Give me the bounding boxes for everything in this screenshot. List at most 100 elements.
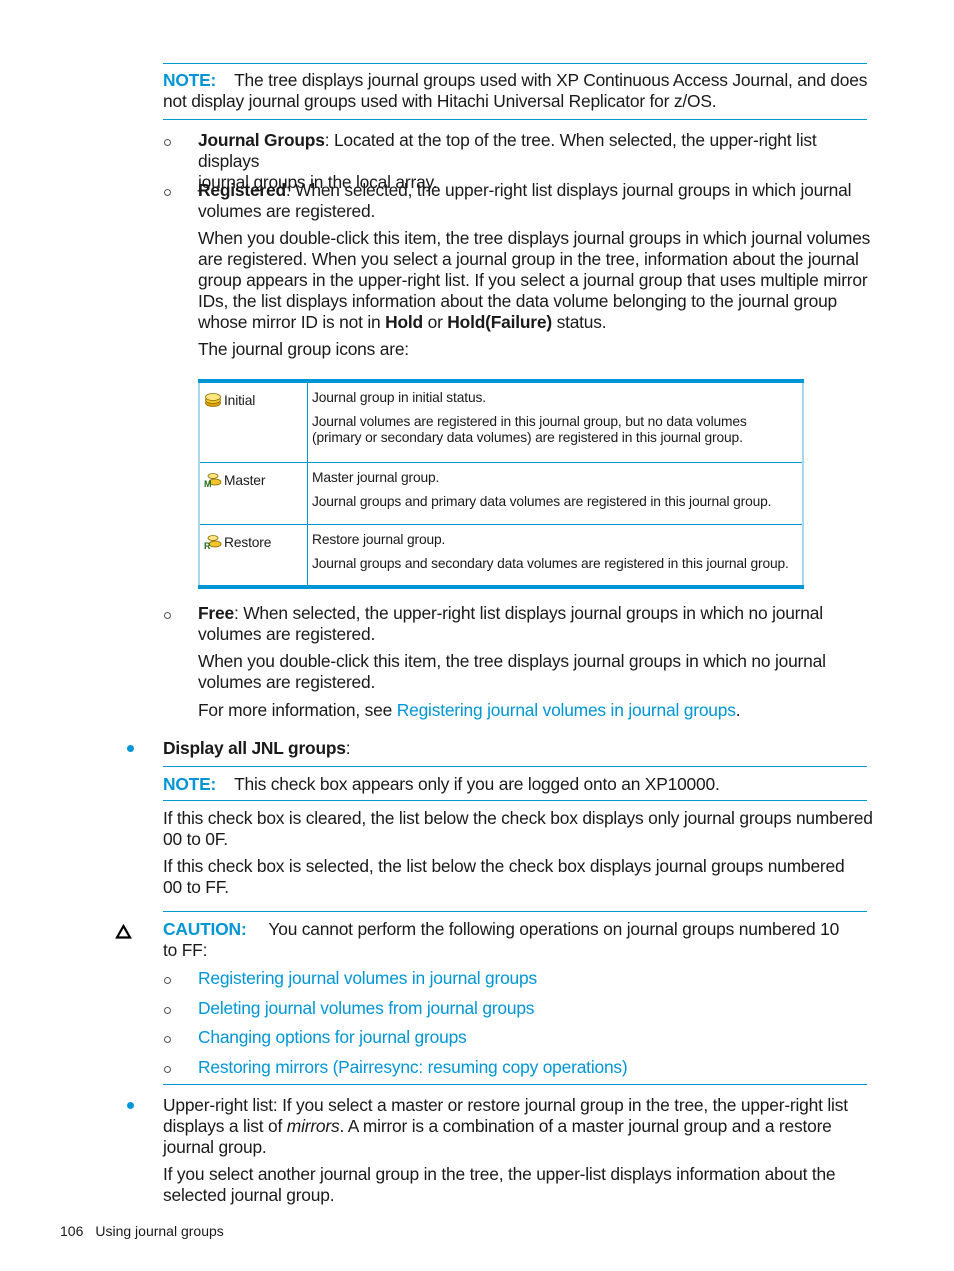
status-text: status. — [551, 312, 607, 332]
icon-cell: R Restore — [199, 524, 308, 587]
term-mirrors: mirrors — [286, 1116, 340, 1136]
description-cell: Master journal group. Journal groups and… — [307, 462, 803, 525]
link-registering-journal-volumes[interactable]: Registering journal volumes in journal g… — [397, 700, 736, 720]
description-line: Journal volumes are registered in this j… — [312, 413, 747, 446]
selected-line: If this check box is selected, the list … — [163, 856, 845, 876]
caution-bottom-rule — [163, 1084, 867, 1085]
journal-group-icons-table: Initial Journal group in initial status.… — [198, 379, 804, 589]
note-top-rule — [163, 766, 867, 767]
bullet-dot — [127, 1102, 134, 1109]
table-row: R Restore Restore journal group. Journal… — [199, 524, 803, 587]
icon-cell: Initial — [199, 381, 308, 463]
free-para-line: When you double-click this item, the tre… — [198, 651, 826, 671]
table-row: Initial Journal group in initial status.… — [199, 381, 803, 463]
tree-item-free: Free: When selected, the upper-right lis… — [198, 603, 878, 645]
icon-label-restore: Restore — [224, 535, 272, 550]
registered-para-line: whose mirror ID is not in — [198, 312, 386, 332]
note-box: NOTE: This check box appears only if you … — [163, 774, 873, 795]
registered-paragraph: When you double-click this item, the tre… — [198, 228, 878, 333]
icon-cell: M Master — [199, 462, 308, 525]
page-footer: 106 Using journal groups — [60, 1223, 224, 1240]
description-cell: Restore journal group. Journal groups an… — [307, 524, 803, 587]
upper-right-para-line: selected journal group. — [163, 1185, 335, 1205]
note-label: NOTE: — [163, 774, 217, 794]
description-cell: Journal group in initial status. Journal… — [308, 381, 804, 463]
upper-right-list-item: Upper-right list: If you select a master… — [163, 1095, 878, 1158]
selected-paragraph: If this check box is selected, the list … — [163, 856, 878, 898]
cleared-paragraph: If this check box is cleared, the list b… — [163, 808, 878, 850]
bullet-circle — [164, 139, 171, 146]
upper-right-line: Upper-right list: If you select a master… — [163, 1095, 848, 1115]
caution-text: You cannot perform the following operati… — [268, 919, 840, 939]
bullet-dot — [127, 745, 134, 752]
note-text: The tree displays journal groups used wi… — [234, 70, 868, 90]
note-bottom-rule — [163, 800, 867, 801]
registered-para-line: are registered. When you select a journa… — [198, 249, 859, 269]
journal-group-initial-icon — [205, 393, 221, 407]
caution-box: CAUTION: You cannot perform the following… — [163, 919, 873, 961]
icon-label-master: Master — [224, 473, 266, 488]
free-para-line: volumes are registered. — [198, 672, 376, 692]
upper-right-para-line: If you select another journal group in t… — [163, 1164, 836, 1184]
link-changing-options[interactable]: Changing options for journal groups — [198, 1027, 467, 1048]
free-desc-2: volumes are registered. — [198, 624, 376, 644]
term-registered: Registered — [198, 180, 286, 200]
bullet-circle — [164, 1066, 171, 1073]
description-line: Journal groups and primary data volumes … — [312, 493, 772, 509]
tree-item-registered: Registered: When selected, the upper-rig… — [198, 180, 878, 222]
registered-para-line: When you double-click this item, the tre… — [198, 228, 871, 248]
link-registering-journal-volumes[interactable]: Registering journal volumes in journal g… — [198, 968, 537, 989]
display-all-heading: Display all JNL groups: — [163, 738, 351, 759]
term-free: Free — [198, 603, 234, 623]
bullet-circle — [164, 977, 171, 984]
more-info: For more information, see Registering jo… — [198, 700, 878, 721]
caution-label: CAUTION: — [163, 919, 247, 939]
caution-top-rule — [163, 911, 867, 912]
note-top-rule — [163, 63, 867, 64]
table-row: M Master Master journal group. Journal g… — [199, 462, 803, 525]
status-hold-failure: Hold(Failure) — [447, 312, 552, 332]
or-text: or — [422, 312, 448, 332]
description-line: Restore journal group. — [312, 532, 446, 547]
page-number: 106 — [60, 1223, 84, 1239]
term-display-all: Display all JNL groups — [163, 738, 346, 758]
note-box: NOTE: The tree displays journal groups us… — [163, 70, 873, 112]
note-bottom-rule — [163, 119, 867, 120]
status-hold: Hold — [385, 312, 423, 332]
link-deleting-journal-volumes[interactable]: Deleting journal volumes from journal gr… — [198, 998, 534, 1019]
registered-desc-2: volumes are registered. — [198, 201, 376, 221]
free-desc: : When selected, the upper-right list di… — [233, 603, 823, 623]
period: . — [735, 700, 741, 720]
section-title: Using journal groups — [95, 1223, 224, 1239]
upper-right-line: . A mirror is a combination of a master … — [339, 1116, 832, 1136]
description-line: Journal groups and secondary data volume… — [312, 555, 789, 571]
svg-text:R: R — [204, 541, 211, 550]
journal-group-master-icon: M — [204, 473, 222, 488]
description-line: Master journal group. — [312, 470, 440, 485]
registered-desc: : When selected, the upper-right list di… — [285, 180, 852, 200]
bullet-circle — [164, 612, 171, 619]
note-text: This check box appears only if you are l… — [234, 774, 720, 794]
journal-group-restore-icon: R — [204, 535, 222, 550]
caution-text-2: to FF: — [163, 940, 208, 960]
cleared-line: 00 to 0F. — [163, 829, 228, 849]
upper-right-paragraph: If you select another journal group in t… — [163, 1164, 878, 1206]
cleared-line: If this check box is cleared, the list b… — [163, 808, 873, 828]
icon-label-initial: Initial — [224, 393, 256, 408]
upper-right-line: journal group. — [163, 1137, 267, 1157]
upper-right-line: displays a list of — [163, 1116, 287, 1136]
registered-para-line: IDs, the list displays information about… — [198, 291, 838, 311]
bullet-circle — [164, 1007, 171, 1014]
selected-line: 00 to FF. — [163, 877, 229, 897]
bullet-circle — [164, 1036, 171, 1043]
note-text-2: not display journal groups used with Hit… — [163, 91, 717, 111]
note-label: NOTE: — [163, 70, 217, 90]
icons-intro: The journal group icons are: — [198, 339, 409, 359]
registered-para-line: group appears in the upper-right list. I… — [198, 270, 868, 290]
svg-text:M: M — [204, 479, 211, 488]
more-info-text: For more information, see — [198, 700, 397, 720]
caution-triangle-icon — [115, 924, 132, 939]
term-journal-groups: Journal Groups — [198, 130, 325, 150]
colon: : — [345, 738, 351, 758]
link-restoring-mirrors[interactable]: Restoring mirrors (Pairresync: resuming … — [198, 1057, 628, 1078]
